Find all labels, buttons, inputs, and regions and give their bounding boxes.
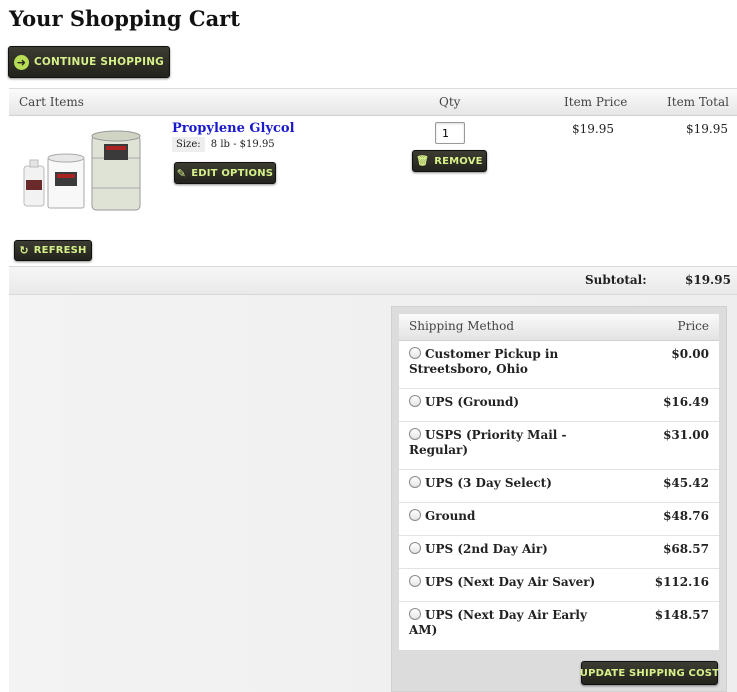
shipping-method-label: UPS (Next Day Air Saver) [425, 575, 596, 589]
size-label: Size: [172, 137, 205, 152]
shipping-method-label: UPS (Next Day Air Early AM) [409, 608, 587, 637]
arrow-left-circle-icon: ➜ [13, 54, 29, 70]
shipping-price: $16.49 [663, 395, 709, 409]
product-name-link[interactable]: Propylene Glycol [172, 121, 295, 136]
subtotal-value: $19.95 [685, 273, 731, 287]
radio-button[interactable] [409, 575, 421, 587]
shipping-method-label: USPS (Priority Mail - Regular) [409, 428, 567, 457]
continue-shopping-button[interactable]: ➜ CONTINUE SHOPPING [8, 46, 170, 78]
shipping-option[interactable]: UPS (Next Day Air Saver) $112.16 [399, 569, 719, 602]
cart-header: Cart Items Qty Item Price Item Total [9, 88, 737, 116]
shipping-option[interactable]: UPS (Next Day Air Early AM) $148.57 [399, 602, 719, 650]
trash-icon: 🗑 [416, 155, 430, 167]
shipping-method-label: Customer Pickup in Streetsboro, Ohio [409, 347, 559, 376]
refresh-icon: ↻ [19, 244, 29, 257]
radio-button[interactable] [409, 347, 421, 359]
shipping-option[interactable]: USPS (Priority Mail - Regular) $31.00 [399, 422, 719, 470]
shipping-header: Shipping Method Price [399, 314, 719, 341]
shipping-price: $0.00 [671, 347, 709, 361]
shipping-method-label: UPS (Ground) [425, 395, 520, 409]
radio-button[interactable] [409, 542, 421, 554]
shipping-option[interactable]: Customer Pickup in Streetsboro, Ohio $0.… [399, 341, 719, 389]
shipping-price: $148.57 [654, 608, 709, 622]
edit-options-button[interactable]: ✎ EDIT OPTIONS [174, 162, 276, 184]
col-item-total: Item Total [667, 95, 729, 109]
col-qty: Qty [439, 95, 461, 109]
subtotal-label: Subtotal: [585, 273, 647, 287]
shipping-price: $48.76 [663, 509, 709, 523]
shipping-option[interactable]: Ground $48.76 [399, 503, 719, 536]
item-price: $19.95 [572, 122, 614, 136]
shipping-method-label: UPS (2nd Day Air) [425, 542, 548, 556]
edit-options-label: EDIT OPTIONS [191, 167, 274, 179]
radio-button[interactable] [409, 428, 421, 440]
product-image[interactable] [22, 128, 144, 214]
radio-button[interactable] [409, 509, 421, 521]
update-shipping-label: UPDATE SHIPPING COST [579, 667, 720, 679]
shipping-method-label: Ground [425, 509, 476, 523]
page-title: Your Shopping Cart [9, 6, 240, 31]
continue-shopping-label: CONTINUE SHOPPING [33, 56, 164, 68]
shipping-option[interactable]: UPS (2nd Day Air) $68.57 [399, 536, 719, 569]
shipping-option[interactable]: UPS (Ground) $16.49 [399, 389, 719, 422]
size-value: 8 lb - $19.95 [210, 139, 275, 150]
shipping-methods-table: Shipping Method Price Customer Pickup in… [399, 314, 719, 650]
refresh-button[interactable]: ↻ REFRESH [14, 240, 92, 261]
radio-button[interactable] [409, 608, 421, 620]
shipping-method-label: UPS (3 Day Select) [425, 476, 552, 490]
col-item-price: Item Price [564, 95, 628, 109]
radio-button[interactable] [409, 395, 421, 407]
shipping-price: $112.16 [654, 575, 709, 589]
shipping-price: $45.42 [663, 476, 709, 490]
shipping-option[interactable]: UPS (3 Day Select) $45.42 [399, 470, 719, 503]
shipping-method-header: Shipping Method [409, 319, 515, 333]
item-total: $19.95 [686, 122, 728, 136]
remove-label: REMOVE [434, 155, 483, 167]
shipping-price-header: Price [677, 319, 709, 333]
remove-button[interactable]: 🗑 REMOVE [412, 150, 487, 172]
refresh-label: REFRESH [33, 245, 87, 256]
col-cart-items: Cart Items [19, 95, 84, 109]
product-size: Size: 8 lb - $19.95 [172, 137, 275, 152]
shipping-price: $68.57 [663, 542, 709, 556]
quantity-input[interactable] [435, 122, 465, 144]
pencil-icon: ✎ [176, 166, 187, 180]
shipping-price: $31.00 [663, 428, 709, 442]
radio-button[interactable] [409, 476, 421, 488]
update-shipping-cost-button[interactable]: UPDATE SHIPPING COST [579, 661, 720, 685]
